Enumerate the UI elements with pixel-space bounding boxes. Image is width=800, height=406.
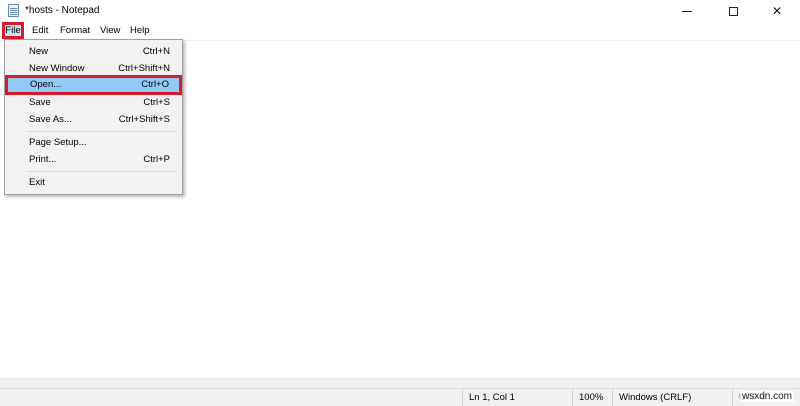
menu-format[interactable]: Format	[56, 23, 94, 38]
file-menu-dropdown: New Ctrl+N New Window Ctrl+Shift+N Open.…	[4, 39, 183, 195]
menu-item-exit[interactable]: Exit	[6, 174, 181, 191]
menu-item-new[interactable]: New Ctrl+N	[6, 43, 181, 60]
menu-item-save[interactable]: Save Ctrl+S	[6, 94, 181, 111]
menu-item-shortcut: Ctrl+N	[142, 46, 170, 57]
cursor-position: Ln 1, Col 1	[462, 389, 572, 406]
menu-item-label: Open...	[30, 79, 62, 90]
menu-item-shortcut: Ctrl+S	[143, 97, 170, 108]
title-bar[interactable]: *hosts - Notepad ✕	[0, 0, 800, 22]
menu-item-print[interactable]: Print... Ctrl+P	[6, 151, 181, 168]
window-title: *hosts - Notepad	[25, 5, 100, 16]
status-bar: Ln 1, Col 1 100% Windows (CRLF) UTF-8	[0, 388, 800, 406]
menu-view[interactable]: View	[96, 23, 124, 38]
menu-separator	[27, 171, 177, 172]
menu-item-label: Save As...	[29, 114, 72, 125]
menu-item-label: Page Setup...	[29, 137, 87, 148]
menu-item-label: Print...	[29, 154, 57, 165]
maximize-icon	[728, 6, 738, 16]
zoom-level: 100%	[572, 389, 612, 406]
menu-edit[interactable]: Edit	[28, 23, 52, 38]
close-button[interactable]: ✕	[754, 0, 800, 22]
horizontal-scrollbar[interactable]	[0, 378, 800, 388]
menu-item-shortcut: Ctrl+P	[143, 154, 170, 165]
menu-help[interactable]: Help	[126, 23, 154, 38]
menu-separator	[27, 131, 177, 132]
close-icon: ✕	[771, 4, 783, 18]
menu-file[interactable]: File	[2, 22, 24, 39]
watermark: wsxdn.com	[739, 391, 794, 402]
menu-item-save-as[interactable]: Save As... Ctrl+Shift+S	[6, 111, 181, 128]
menu-item-open[interactable]: Open... Ctrl+O	[5, 75, 182, 95]
maximize-button[interactable]	[710, 0, 756, 22]
line-ending: Windows (CRLF)	[612, 389, 732, 406]
menu-item-label: New	[29, 46, 49, 57]
minimize-icon	[682, 10, 692, 12]
menu-item-shortcut: Ctrl+O	[141, 79, 169, 90]
minimize-button[interactable]	[664, 0, 710, 22]
menu-item-shortcut: Ctrl+Shift+S	[118, 114, 170, 125]
menu-item-page-setup[interactable]: Page Setup...	[6, 134, 181, 151]
menu-item-label: Save	[29, 97, 51, 108]
menu-item-label: Exit	[29, 177, 45, 188]
notepad-icon	[8, 4, 19, 17]
